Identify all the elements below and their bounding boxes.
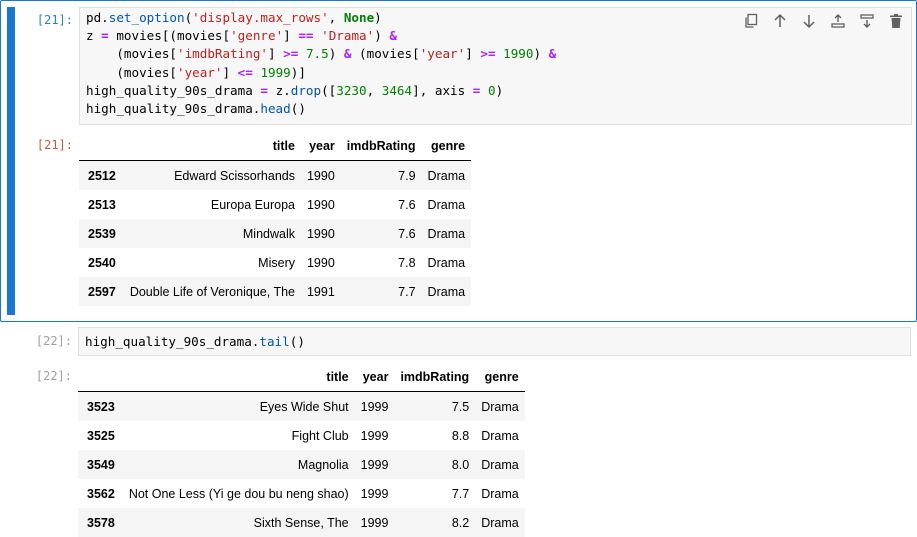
insert-below-button[interactable]: [853, 9, 880, 33]
row-index: 2512: [88, 168, 116, 183]
cell-title: Eyes Wide Shut: [259, 399, 349, 414]
output-prompt: [22]:: [35, 369, 72, 383]
dataframe-table: title year imdbRating genre 2512 Edward Sciss…: [79, 131, 472, 306]
code-line: high_quality_90s_drama.head(): [86, 100, 306, 116]
table-row: 3525 Fight Club 1999 8.8 Drama: [78, 421, 525, 450]
cell-imdbrating: 7.7: [398, 284, 416, 299]
table-row: 3562 Not One Less (Yi ge dou bu neng shao…: [78, 479, 525, 508]
row-index: 2539: [88, 226, 116, 241]
row-index: 2597: [88, 284, 116, 299]
cell-year: 1999: [360, 399, 389, 414]
cell-genre: Drama: [481, 457, 519, 472]
cell-genre: Drama: [427, 197, 466, 212]
row-index: 3549: [87, 457, 115, 472]
notebook-cell-22[interactable]: [22]: high_quality_90s_drama.tail() [22]…: [0, 322, 917, 537]
cell-genre: Drama: [481, 428, 519, 443]
row-index: 3578: [87, 515, 115, 530]
output-prompt: [21]:: [36, 138, 73, 152]
cell-year: 1991: [306, 284, 335, 299]
cell-imdbrating: 7.7: [451, 486, 470, 501]
notebook-cell-21[interactable]: [21]: pd.set_option('display.max_rows', …: [0, 0, 917, 322]
cell-imdbrating: 7.6: [398, 197, 416, 212]
cell-year: 1990: [306, 226, 335, 241]
column-header-imdbrating: imdbRating: [394, 362, 476, 392]
cell-title: Double Life of Veronique, The: [129, 284, 295, 299]
column-header-title: title: [122, 362, 355, 392]
table-row: 3578 Sixth Sense, The 1999 8.2 Drama: [78, 508, 525, 537]
move-down-icon: [802, 15, 815, 29]
input-prompt: [22]:: [35, 334, 72, 348]
move-up-icon: [773, 13, 786, 27]
move-down-button[interactable]: [795, 9, 822, 33]
column-header-imdbrating: imdbRating: [340, 131, 422, 161]
table-row: 2539 Mindwalk 1990 7.6 Drama: [79, 219, 472, 248]
table-row: 3549 Magnolia 1999 8.0 Drama: [78, 450, 525, 479]
cell-year: 1999: [360, 428, 389, 443]
code-line: high_quality_90s_drama = z.drop([3230, 3…: [86, 82, 504, 98]
cell-title: Europa Europa: [210, 197, 295, 212]
duplicate-cell-button[interactable]: [737, 9, 764, 33]
insert-above-icon: [830, 14, 845, 28]
table-row: 2540 Misery 1990 7.8 Drama: [79, 248, 471, 277]
code-line: (movies['imdbRating'] >= 7.5) & (movies[…: [86, 46, 557, 62]
cell-imdbrating: 7.8: [398, 255, 416, 270]
cell-year: 1990: [306, 168, 335, 183]
cell-genre: Drama: [481, 515, 519, 530]
insert-above-button[interactable]: [824, 9, 851, 33]
cell-imdbrating: 7.5: [451, 399, 470, 414]
move-up-button[interactable]: [766, 9, 793, 33]
cell-genre: Drama: [427, 284, 466, 299]
row-index: 2540: [88, 255, 116, 270]
row-index: 3562: [87, 486, 115, 501]
code-editor[interactable]: high_quality_90s_drama.tail(): [78, 327, 911, 356]
table-row: 2597 Double Life of Veronique, The 1991 7.7…: [79, 277, 472, 306]
code-line: high_quality_90s_drama.tail(): [85, 334, 305, 349]
input-prompt: [21]:: [36, 13, 73, 27]
cell-imdbrating: 8.0: [451, 457, 470, 472]
index-header: [79, 131, 124, 161]
column-header-year: year: [300, 131, 341, 161]
cell-year: 1990: [306, 255, 335, 270]
column-header-title: title: [123, 131, 301, 161]
delete-cell-button[interactable]: [882, 9, 909, 33]
row-index: 3525: [87, 428, 115, 443]
cell-title: Misery: [258, 255, 295, 270]
cell-collapser[interactable]: [7, 7, 15, 315]
cell-title: Fight Club: [291, 428, 349, 443]
insert-below-icon: [859, 14, 874, 28]
cell-genre: Drama: [427, 168, 466, 183]
cell-imdbrating: 7.6: [398, 226, 416, 241]
column-header-year: year: [354, 362, 395, 392]
index-header: [78, 362, 123, 392]
cell-genre: Drama: [481, 486, 519, 501]
cell-year: 1999: [360, 457, 389, 472]
table-row: 2513 Europa Europa 1990 7.6 Drama: [79, 190, 471, 219]
cell-genre: Drama: [427, 255, 466, 270]
dataframe-table: title year imdbRating genre 3523 Eyes Wide Sh…: [78, 362, 525, 537]
cell-imdbrating: 8.8: [451, 428, 470, 443]
cell-title: Sixth Sense, The: [253, 515, 349, 530]
cell-genre: Drama: [427, 226, 466, 241]
cell-imdbrating: 8.2: [451, 515, 470, 530]
delete-icon: [889, 14, 902, 28]
column-header-genre: genre: [475, 362, 525, 392]
column-header-genre: genre: [421, 131, 472, 161]
table-row: 2512 Edward Scissorhands 1990 7.9 Drama: [79, 160, 472, 190]
cell-title: Mindwalk: [242, 226, 295, 241]
row-index: 3523: [87, 399, 115, 414]
cell-title: Edward Scissorhands: [174, 168, 295, 183]
duplicate-icon: [744, 13, 757, 28]
cell-year: 1999: [360, 486, 389, 501]
cell-genre: Drama: [481, 399, 519, 414]
cell-title: Not One Less (Yi ge dou bu neng shao): [128, 486, 349, 501]
cell-imdbrating: 7.9: [398, 168, 416, 183]
code-line: (movies['year'] <= 1999)]: [86, 64, 306, 80]
cell-year: 1999: [360, 515, 389, 530]
cell-toolbar: [737, 9, 909, 33]
cell-year: 1990: [306, 197, 335, 212]
cell-title: Magnolia: [297, 457, 349, 472]
table-row: 3523 Eyes Wide Shut 1999 7.5 Drama: [78, 391, 525, 421]
row-index: 2513: [88, 197, 116, 212]
